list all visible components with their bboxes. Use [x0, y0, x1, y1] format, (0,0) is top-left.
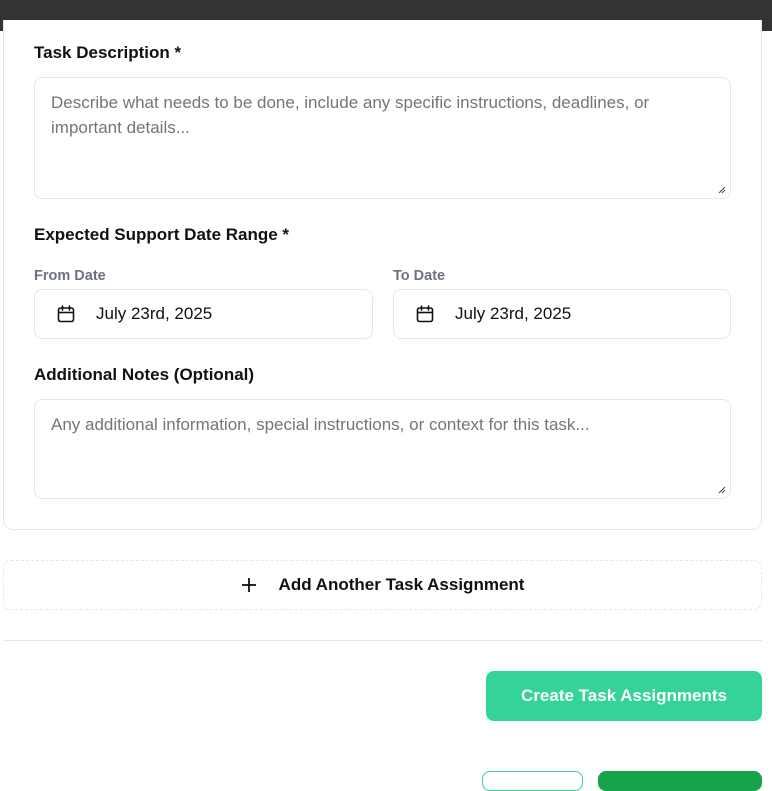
additional-notes-input[interactable]	[34, 399, 731, 499]
from-date-label: From Date	[34, 268, 106, 284]
from-date-picker[interactable]: July 23rd, 2025	[34, 289, 373, 339]
calendar-icon	[57, 305, 75, 323]
plus-icon	[241, 578, 256, 592]
add-another-task-label: Add Another Task Assignment	[278, 575, 525, 594]
to-date-label: To Date	[393, 268, 446, 284]
task-description-label: Task Description *	[34, 43, 182, 62]
primary-button-partial[interactable]	[598, 771, 762, 791]
calendar-icon	[416, 305, 434, 323]
task-description-input[interactable]	[34, 77, 731, 199]
create-task-assignments-button[interactable]: Create Task Assignments	[486, 671, 762, 721]
to-date-picker[interactable]: July 23rd, 2025	[393, 289, 731, 339]
resize-handle-icon[interactable]	[718, 186, 726, 194]
from-date-value: July 23rd, 2025	[96, 304, 213, 323]
additional-notes-label: Additional Notes (Optional)	[34, 365, 255, 384]
divider	[3, 640, 762, 641]
date-range-label: Expected Support Date Range *	[34, 225, 290, 244]
create-task-assignments-label: Create Task Assignments	[521, 686, 727, 705]
secondary-button-partial[interactable]	[482, 771, 583, 791]
add-another-task-button[interactable]: Add Another Task Assignment	[3, 560, 762, 610]
resize-handle-icon[interactable]	[718, 486, 726, 494]
to-date-value: July 23rd, 2025	[455, 304, 572, 323]
